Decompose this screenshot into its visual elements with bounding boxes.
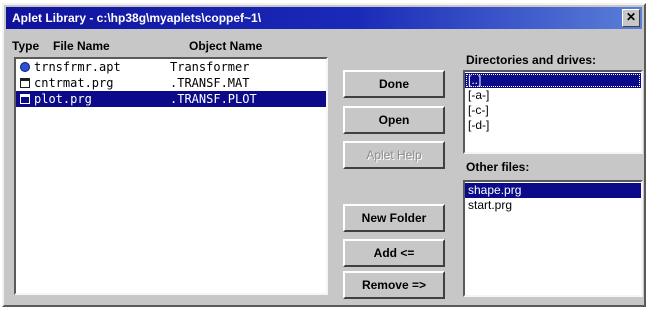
open-button[interactable]: Open — [343, 106, 445, 134]
directories-label: Directories and drives: — [466, 53, 597, 67]
directory-item[interactable]: [-a-] — [465, 88, 641, 103]
file-row[interactable]: cntrmat.prg .TRANSF.MAT — [16, 75, 326, 91]
close-button[interactable]: ✕ — [622, 9, 640, 27]
program-icon — [20, 94, 30, 104]
aplet-help-button[interactable]: Aplet Help — [343, 141, 445, 169]
object-name: .TRANSF.MAT — [170, 76, 250, 90]
file-name: cntrmat.prg — [34, 76, 114, 90]
type-column-header: Type — [12, 39, 40, 53]
file-list[interactable]: trnsfrmr.apt Transformer cntrmat.prg .TRANS… — [14, 57, 328, 295]
other-files-label: Other files: — [466, 160, 530, 174]
add-button[interactable]: Add <= — [343, 239, 445, 267]
directory-item[interactable]: [-c-] — [465, 103, 641, 118]
directories-list[interactable]: [..] [-a-] [-c-] [-d-] — [463, 70, 643, 154]
directory-item[interactable]: [-d-] — [465, 118, 641, 133]
title-bar[interactable]: Aplet Library - c:\hp38g\myaplets\coppef… — [6, 7, 642, 29]
program-icon — [20, 78, 30, 88]
file-row[interactable]: trnsfrmr.apt Transformer — [16, 59, 326, 75]
done-button[interactable]: Done — [343, 70, 445, 98]
directory-item[interactable]: [..] — [465, 73, 641, 88]
file-row[interactable]: plot.prg .TRANSF.PLOT — [16, 91, 326, 107]
aplet-icon — [20, 62, 30, 72]
object-name: Transformer — [170, 60, 250, 74]
window-title: Aplet Library - c:\hp38g\myaplets\coppef… — [12, 11, 262, 25]
object-name-column-header: Object Name — [189, 39, 263, 53]
aplet-library-dialog: Aplet Library - c:\hp38g\myaplets\coppef… — [2, 3, 646, 307]
file-name-column-header: File Name — [53, 39, 110, 53]
file-name: plot.prg — [34, 92, 92, 106]
other-file-item[interactable]: shape.prg — [465, 183, 641, 198]
remove-button[interactable]: Remove => — [343, 271, 445, 299]
other-files-list[interactable]: shape.prg start.prg — [463, 180, 643, 297]
close-icon: ✕ — [625, 10, 637, 24]
object-name: .TRANSF.PLOT — [170, 92, 257, 106]
other-file-item[interactable]: start.prg — [465, 198, 641, 213]
file-name: trnsfrmr.apt — [34, 60, 121, 74]
new-folder-button[interactable]: New Folder — [343, 204, 445, 232]
